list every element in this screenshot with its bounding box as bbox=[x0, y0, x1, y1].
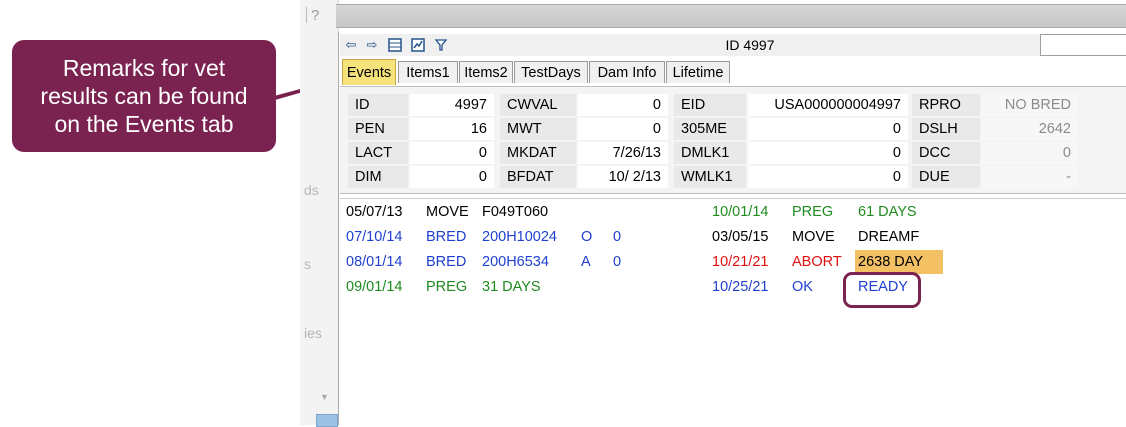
field-value: - bbox=[982, 166, 1078, 188]
event-tech: A bbox=[581, 254, 591, 270]
field-value: USA000000004997 bbox=[748, 94, 908, 116]
event-tech: O bbox=[581, 229, 593, 245]
event-remark: 31 DAYS bbox=[482, 279, 541, 295]
event-date: 09/01/14 bbox=[346, 279, 403, 295]
filter-icon[interactable] bbox=[433, 37, 449, 53]
background-text: ies bbox=[304, 325, 322, 341]
callout-annotation: Remarks for vet results can be found on … bbox=[12, 40, 276, 152]
event-date: 05/07/13 bbox=[346, 204, 403, 220]
event-date: 10/25/21 bbox=[712, 279, 769, 295]
event-type: BRED bbox=[426, 254, 467, 270]
event-remark: 200H6534 bbox=[482, 254, 549, 270]
event-code: 0 bbox=[613, 229, 622, 245]
field-value: 0 bbox=[748, 142, 908, 164]
tab-dam-info[interactable]: Dam Info bbox=[589, 61, 665, 83]
back-arrow-icon[interactable]: ⇦ bbox=[343, 37, 359, 53]
field-label: DUE bbox=[912, 166, 980, 188]
table-icon[interactable] bbox=[387, 37, 403, 53]
event-remark: DREAMF bbox=[858, 229, 920, 245]
event-type: PREG bbox=[792, 204, 834, 220]
field-value: 0 bbox=[410, 166, 494, 188]
search-input[interactable] bbox=[1040, 34, 1126, 56]
field-label: EID bbox=[674, 94, 746, 116]
field-label: CWVAL bbox=[500, 94, 576, 116]
event-date: 10/21/21 bbox=[712, 254, 769, 270]
event-date: 08/01/14 bbox=[346, 254, 403, 270]
animal-id-title: ID 4997 bbox=[725, 37, 775, 53]
separator bbox=[306, 7, 307, 23]
field-value: 7/26/13 bbox=[578, 142, 668, 164]
event-type: OK bbox=[792, 279, 813, 295]
field-label: DMLK1 bbox=[674, 142, 746, 164]
scroll-thumb[interactable] bbox=[316, 414, 338, 427]
tab-bar: Events Items1 Items2 TestDays Dam Info L… bbox=[340, 58, 1126, 86]
forward-arrow-icon[interactable]: ⇨ bbox=[364, 37, 380, 53]
tab-items1[interactable]: Items1 bbox=[398, 61, 458, 83]
field-value: 0 bbox=[578, 94, 668, 116]
event-type: MOVE bbox=[426, 204, 469, 220]
info-grid: ID 4997 CWVAL 0 EID USA000000004997 RPRO… bbox=[340, 86, 1126, 194]
scrollbar[interactable]: ▼ bbox=[316, 378, 338, 427]
field-label: RPRO bbox=[912, 94, 980, 116]
field-label: DSLH bbox=[912, 118, 980, 140]
event-type: BRED bbox=[426, 229, 467, 245]
event-code: 0 bbox=[613, 254, 622, 270]
field-label: DIM bbox=[348, 166, 408, 188]
field-value: 0 bbox=[410, 142, 494, 164]
callout-text: Remarks for vet results can be found on … bbox=[40, 55, 248, 137]
field-value: 10/ 2/13 bbox=[578, 166, 668, 188]
field-label: PEN bbox=[348, 118, 408, 140]
background-window bbox=[300, 0, 339, 425]
field-value: 0 bbox=[982, 142, 1078, 164]
tab-lifetime[interactable]: Lifetime bbox=[666, 61, 730, 83]
background-text: ds bbox=[304, 182, 319, 198]
field-label: ID bbox=[348, 94, 408, 116]
field-value: 16 bbox=[410, 118, 494, 140]
event-date: 03/05/15 bbox=[712, 229, 769, 245]
tab-testdays[interactable]: TestDays bbox=[514, 61, 588, 83]
field-value: 2642 bbox=[982, 118, 1078, 140]
event-remark: 61 DAYS bbox=[858, 204, 917, 220]
event-type: PREG bbox=[426, 279, 468, 295]
help-area[interactable]: ? bbox=[302, 4, 340, 26]
top-bar bbox=[336, 4, 1126, 28]
event-date: 10/01/14 bbox=[712, 204, 769, 220]
field-value: 0 bbox=[748, 166, 908, 188]
highlight-ring bbox=[843, 272, 921, 308]
background-text: s bbox=[304, 256, 311, 272]
tab-items2[interactable]: Items2 bbox=[459, 61, 513, 83]
field-label: WMLK1 bbox=[674, 166, 746, 188]
event-remark: F049T060 bbox=[482, 204, 549, 220]
field-label: 305ME bbox=[674, 118, 746, 140]
event-remark: 200H10024 bbox=[482, 229, 557, 245]
field-label: DCC bbox=[912, 142, 980, 164]
help-icon[interactable]: ? bbox=[311, 7, 319, 24]
event-type: ABORT bbox=[792, 254, 842, 270]
event-date: 07/10/14 bbox=[346, 229, 403, 245]
chart-icon[interactable] bbox=[410, 37, 426, 53]
field-value: NO BRED bbox=[982, 94, 1078, 116]
event-remark: 2638 DAY bbox=[858, 254, 924, 270]
field-label: MKDAT bbox=[500, 142, 576, 164]
field-label: LACT bbox=[348, 142, 408, 164]
field-value: 0 bbox=[578, 118, 668, 140]
field-label: BFDAT bbox=[500, 166, 576, 188]
tab-events[interactable]: Events bbox=[342, 59, 396, 85]
field-label: MWT bbox=[500, 118, 576, 140]
field-value: 4997 bbox=[410, 94, 494, 116]
event-type: MOVE bbox=[792, 229, 835, 245]
field-value: 0 bbox=[748, 118, 908, 140]
scroll-down-icon[interactable]: ▼ bbox=[320, 392, 329, 402]
